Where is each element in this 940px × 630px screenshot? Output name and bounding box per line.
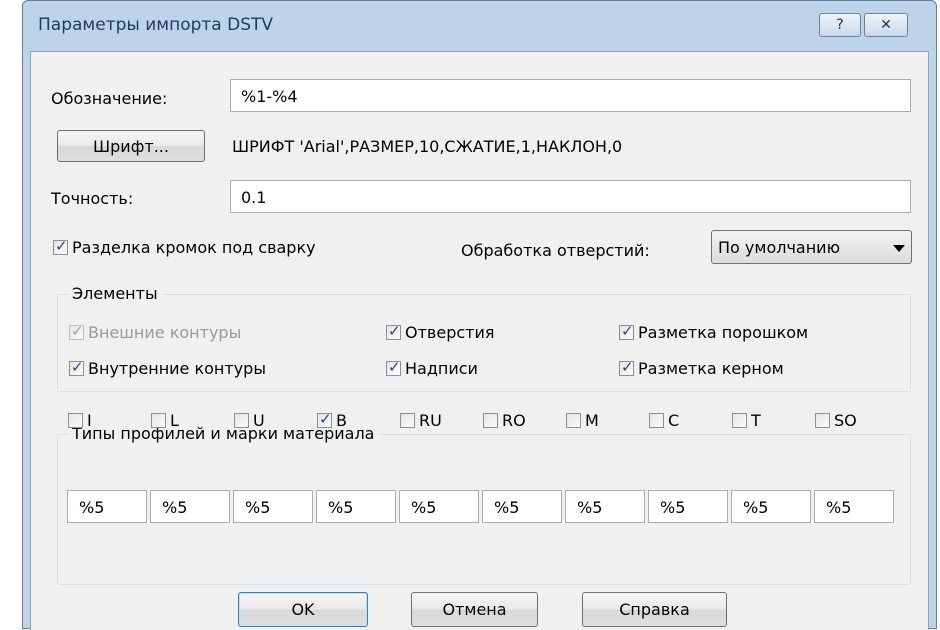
checkbox-box (151, 413, 166, 428)
profile-material-input-ro[interactable]: %5 (482, 490, 562, 523)
profile-material-input-so[interactable]: %5 (814, 490, 894, 523)
profile-checkbox-u[interactable]: U (234, 411, 265, 430)
punch-marking-checkbox[interactable]: Разметка керном (619, 358, 784, 378)
designation-label: Обозначение: (51, 89, 168, 108)
help-button[interactable]: Справка (582, 592, 727, 627)
profile-material-input-u[interactable]: %5 (233, 490, 313, 523)
precision-label: Точность: (51, 189, 134, 208)
designation-input[interactable]: %1-%4 (230, 79, 911, 112)
holes-label: Отверстия (405, 323, 495, 342)
checkbox-box (815, 413, 830, 428)
profile-checkbox-i[interactable]: I (68, 411, 92, 430)
precision-input[interactable]: 0.1 (230, 180, 911, 213)
punch-marking-label: Разметка керном (638, 359, 784, 378)
checkbox-box (566, 413, 581, 428)
profile-code-label: L (170, 411, 179, 430)
cancel-button[interactable]: Отмена (411, 592, 538, 627)
profile-checkbox-c[interactable]: C (649, 411, 679, 430)
weld-prep-label: Разделка кромок под сварку (72, 238, 316, 257)
checkbox-box (649, 413, 664, 428)
checkbox-box (619, 358, 634, 376)
close-icon: ✕ (880, 17, 892, 33)
elements-group-title: Элементы (68, 284, 162, 303)
profile-material-input-m[interactable]: %5 (565, 490, 645, 523)
close-button[interactable]: ✕ (864, 13, 908, 37)
profile-material-input-i[interactable]: %5 (67, 490, 147, 523)
profile-code-label: RO (502, 411, 526, 430)
profile-code-label: T (751, 411, 761, 430)
title-bar[interactable]: Параметры импорта DSTV ? ✕ (23, 1, 936, 51)
checkbox-box (69, 358, 84, 376)
profile-code-label: C (668, 411, 680, 430)
dialog-body: Обозначение: %1-%4 Шрифт... ШРИФТ 'Arial… (30, 51, 929, 630)
profile-code-label: I (87, 411, 92, 430)
profile-code-label: B (336, 411, 347, 430)
profile-material-input-t[interactable]: %5 (731, 490, 811, 523)
holes-checkbox[interactable]: Отверстия (386, 322, 495, 342)
profile-code-label: M (585, 411, 599, 430)
profile-code-label: U (253, 411, 265, 430)
profile-code-label: SO (834, 411, 857, 430)
checkbox-box (69, 322, 84, 340)
dialog-window: Параметры импорта DSTV ? ✕ Обозначение: … (22, 0, 937, 630)
font-info: ШРИФТ 'Arial',РАЗМЕР,10,СЖАТИЕ,1,НАКЛОН,… (232, 137, 623, 156)
profile-material-input-l[interactable]: %5 (150, 490, 230, 523)
help-title-button[interactable]: ? (819, 13, 861, 37)
powder-marking-label: Разметка порошком (638, 323, 809, 342)
profile-material-input-c[interactable]: %5 (648, 490, 728, 523)
checkbox-box (732, 413, 747, 428)
inner-contours-label: Внутренние контуры (88, 359, 266, 378)
font-button[interactable]: Шрифт... (57, 130, 205, 162)
outer-contours-label: Внешние контуры (88, 323, 242, 342)
checkbox-box (386, 322, 401, 340)
checkbox-box (619, 322, 634, 340)
inscriptions-checkbox[interactable]: Надписи (386, 358, 478, 378)
outer-contours-checkbox: Внешние контуры (69, 322, 242, 342)
help-icon: ? (836, 17, 844, 33)
profile-checkbox-l[interactable]: L (151, 411, 179, 430)
profile-material-input-ru[interactable]: %5 (399, 490, 479, 523)
profile-checkbox-m[interactable]: M (566, 411, 599, 430)
chevron-down-icon (893, 245, 905, 252)
profile-checkbox-t[interactable]: T (732, 411, 761, 430)
inscriptions-label: Надписи (405, 359, 478, 378)
inner-contours-checkbox[interactable]: Внутренние контуры (69, 358, 266, 378)
checkbox-box (400, 413, 415, 428)
profile-checkbox-b[interactable]: B (317, 410, 347, 430)
holes-processing-select[interactable]: По умолчанию (711, 230, 912, 264)
profile-material-input-b[interactable]: %5 (316, 490, 396, 523)
holes-processing-label: Обработка отверстий: (461, 241, 650, 260)
window-title: Параметры импорта DSTV (38, 15, 274, 35)
powder-marking-checkbox[interactable]: Разметка порошком (619, 322, 809, 342)
holes-processing-value: По умолчанию (718, 238, 841, 257)
ok-button[interactable]: OK (238, 592, 368, 627)
checkbox-box (68, 413, 83, 428)
checkbox-box (483, 413, 498, 428)
profile-checkbox-ru[interactable]: RU (400, 411, 442, 430)
checkbox-box (234, 413, 249, 428)
profile-checkbox-ro[interactable]: RO (483, 411, 526, 430)
checkbox-box (386, 358, 401, 376)
checkbox-box (317, 410, 332, 428)
profile-checkbox-so[interactable]: SO (815, 411, 857, 430)
weld-prep-checkbox[interactable]: Разделка кромок под сварку (53, 237, 316, 257)
checkbox-box (53, 237, 68, 255)
profile-code-label: RU (419, 411, 442, 430)
